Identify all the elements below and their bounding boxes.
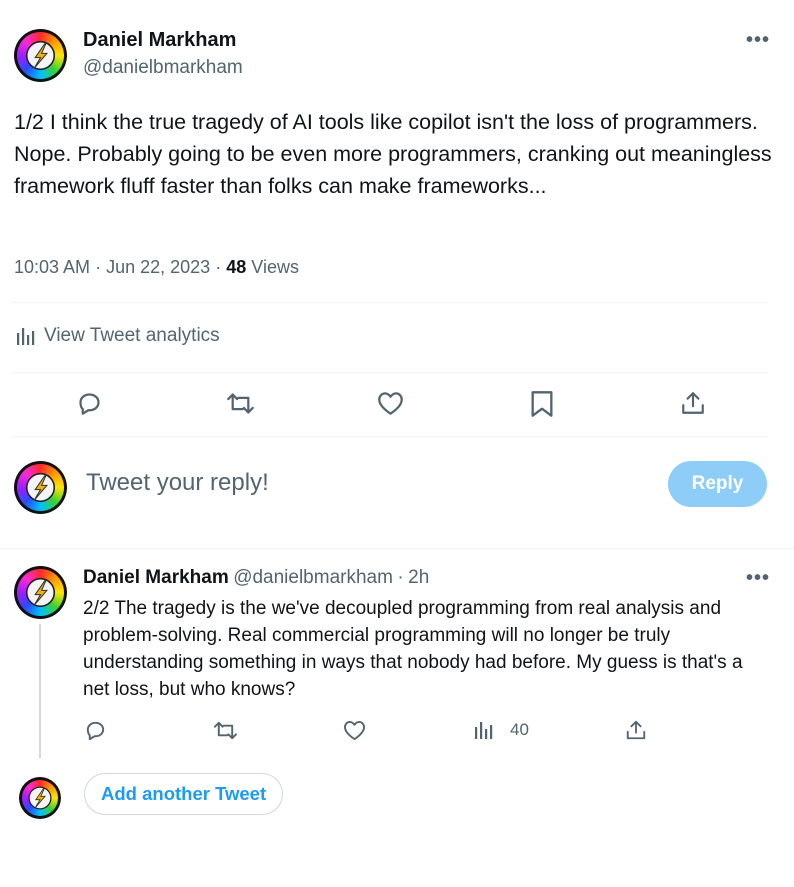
reply-views-count: 40 (510, 720, 529, 739)
divider (12, 302, 768, 303)
lightning-logo-icon (28, 786, 52, 810)
tweet-time[interactable]: 10:03 AM (14, 257, 90, 277)
reply-views[interactable]: 40 (474, 720, 529, 740)
like-icon[interactable] (377, 391, 404, 416)
author-avatar[interactable] (14, 29, 67, 82)
divider (12, 372, 768, 373)
reply-tweet-header: Daniel Markham @danielbmarkham · 2h (83, 567, 429, 589)
add-another-tweet-button[interactable]: Add another Tweet (84, 773, 284, 815)
views-label: Views (251, 257, 299, 277)
tweet-date[interactable]: Jun 22, 2023 (106, 257, 210, 277)
meta-separator: · (215, 257, 222, 277)
view-analytics-link[interactable]: View Tweet analytics (16, 325, 220, 347)
divider (12, 436, 768, 437)
share-icon[interactable] (680, 390, 706, 416)
analytics-icon (475, 722, 493, 739)
reply-author-name[interactable]: Daniel Markham (83, 567, 229, 588)
lightning-logo-icon (25, 40, 56, 71)
reply-button[interactable]: Reply (668, 461, 767, 507)
lightning-logo-icon (25, 472, 56, 503)
reply-author-handle[interactable]: @danielbmarkham (233, 567, 393, 588)
retweet-icon[interactable] (213, 719, 238, 742)
bookmark-icon[interactable] (530, 390, 554, 418)
reply-time-ago[interactable]: 2h (408, 567, 429, 588)
lightning-logo-icon (25, 577, 56, 608)
more-options-icon[interactable]: ••• (746, 567, 770, 590)
divider (0, 548, 794, 549)
reply-icon[interactable] (84, 719, 107, 742)
reply-icon[interactable] (76, 390, 103, 417)
thread-line (39, 624, 41, 758)
share-icon[interactable] (625, 719, 647, 741)
meta-separator: · (95, 257, 102, 277)
more-options-icon[interactable]: ••• (746, 29, 770, 52)
reply-input[interactable]: Tweet your reply! (86, 469, 269, 497)
user-avatar[interactable] (14, 461, 67, 514)
views-count: 48 (226, 257, 247, 277)
retweet-icon[interactable] (226, 390, 255, 417)
author-name[interactable]: Daniel Markham (83, 29, 236, 52)
analytics-icon (17, 328, 35, 345)
tweet-meta: 10:03 AM · Jun 22, 2023 · 48 Views (14, 257, 299, 278)
author-handle[interactable]: @danielbmarkham (83, 57, 243, 79)
analytics-label: View Tweet analytics (44, 325, 220, 346)
header-separator: · (397, 567, 404, 588)
like-icon[interactable] (343, 720, 366, 741)
tweet-text: 1/2 I think the true tragedy of AI tools… (14, 110, 772, 198)
reply-tweet-text: 2/2 The tragedy is the we've decoupled p… (83, 598, 743, 700)
reply-author-avatar[interactable] (14, 566, 67, 619)
user-avatar[interactable] (19, 777, 61, 819)
